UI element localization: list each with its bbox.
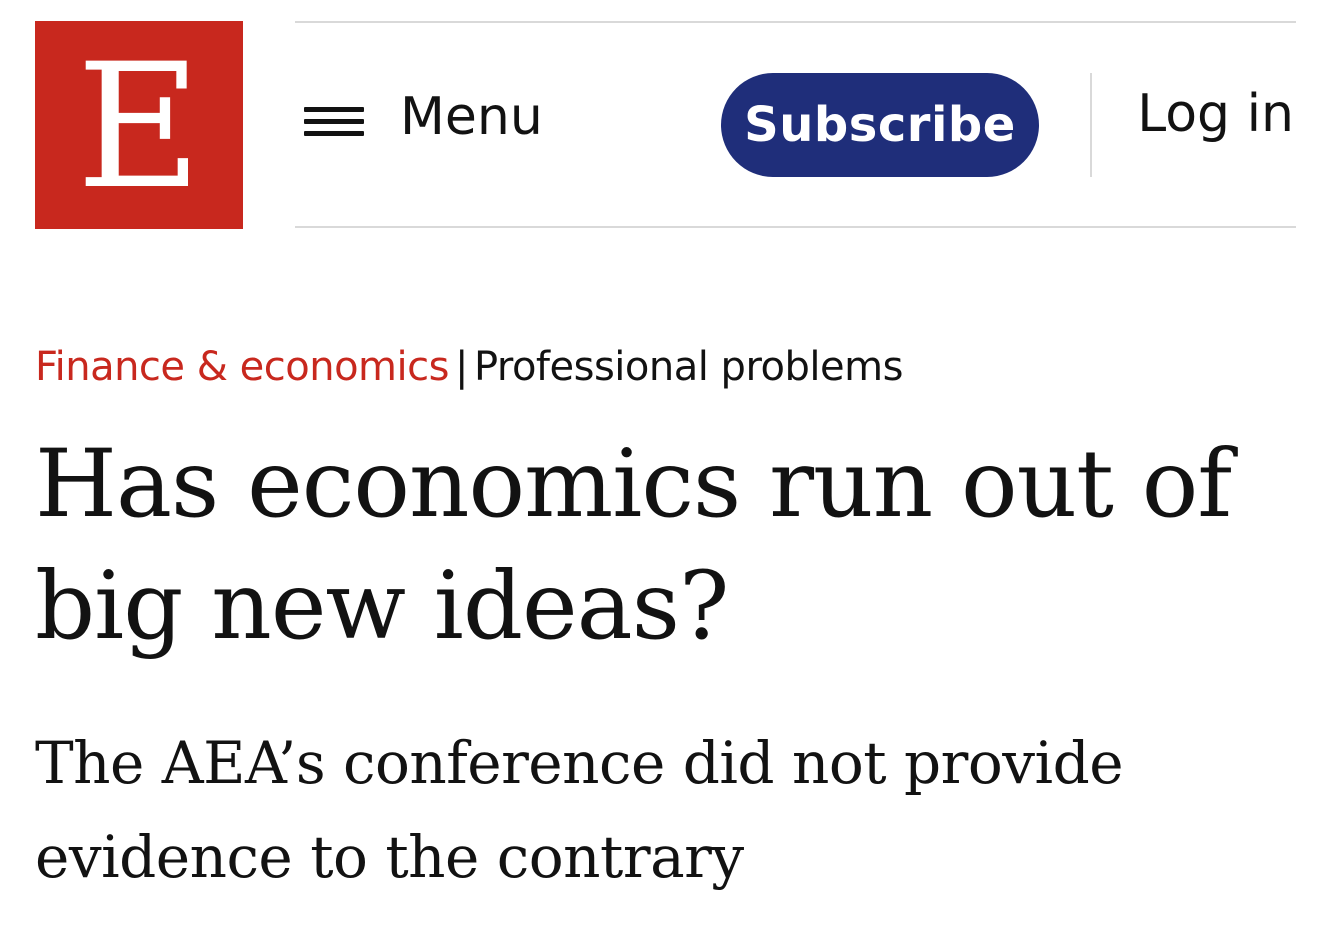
header-bottom-rule — [295, 226, 1296, 228]
header-divider — [1090, 73, 1092, 177]
breadcrumb: Finance & economics | Professional problem… — [35, 343, 903, 391]
subheadline-line-1: The AEA’s conference did not provide — [35, 729, 1124, 797]
logo-letter: E — [76, 26, 202, 227]
breadcrumb-separator: | — [454, 344, 468, 390]
article-headline: Has economics run out of big new ideas? — [35, 424, 1295, 668]
headline-line-2: big new ideas? — [35, 552, 729, 661]
menu-label: Menu — [400, 87, 543, 147]
section-link[interactable]: Finance & economics — [35, 344, 449, 390]
headline-line-1: Has economics run out of — [35, 430, 1232, 539]
article-flytitle: Professional problems — [473, 344, 903, 390]
economist-logo[interactable]: E — [35, 21, 243, 229]
menu-button[interactable]: Menu — [304, 88, 543, 152]
login-link[interactable]: Log in — [1137, 88, 1294, 140]
hamburger-icon — [304, 102, 364, 138]
article-subheadline: The AEA’s conference did not provide evi… — [35, 716, 1235, 904]
header-top-rule — [295, 21, 1296, 23]
subheadline-line-2: evidence to the contrary — [35, 823, 744, 891]
subscribe-button[interactable]: Subscribe — [721, 73, 1039, 177]
